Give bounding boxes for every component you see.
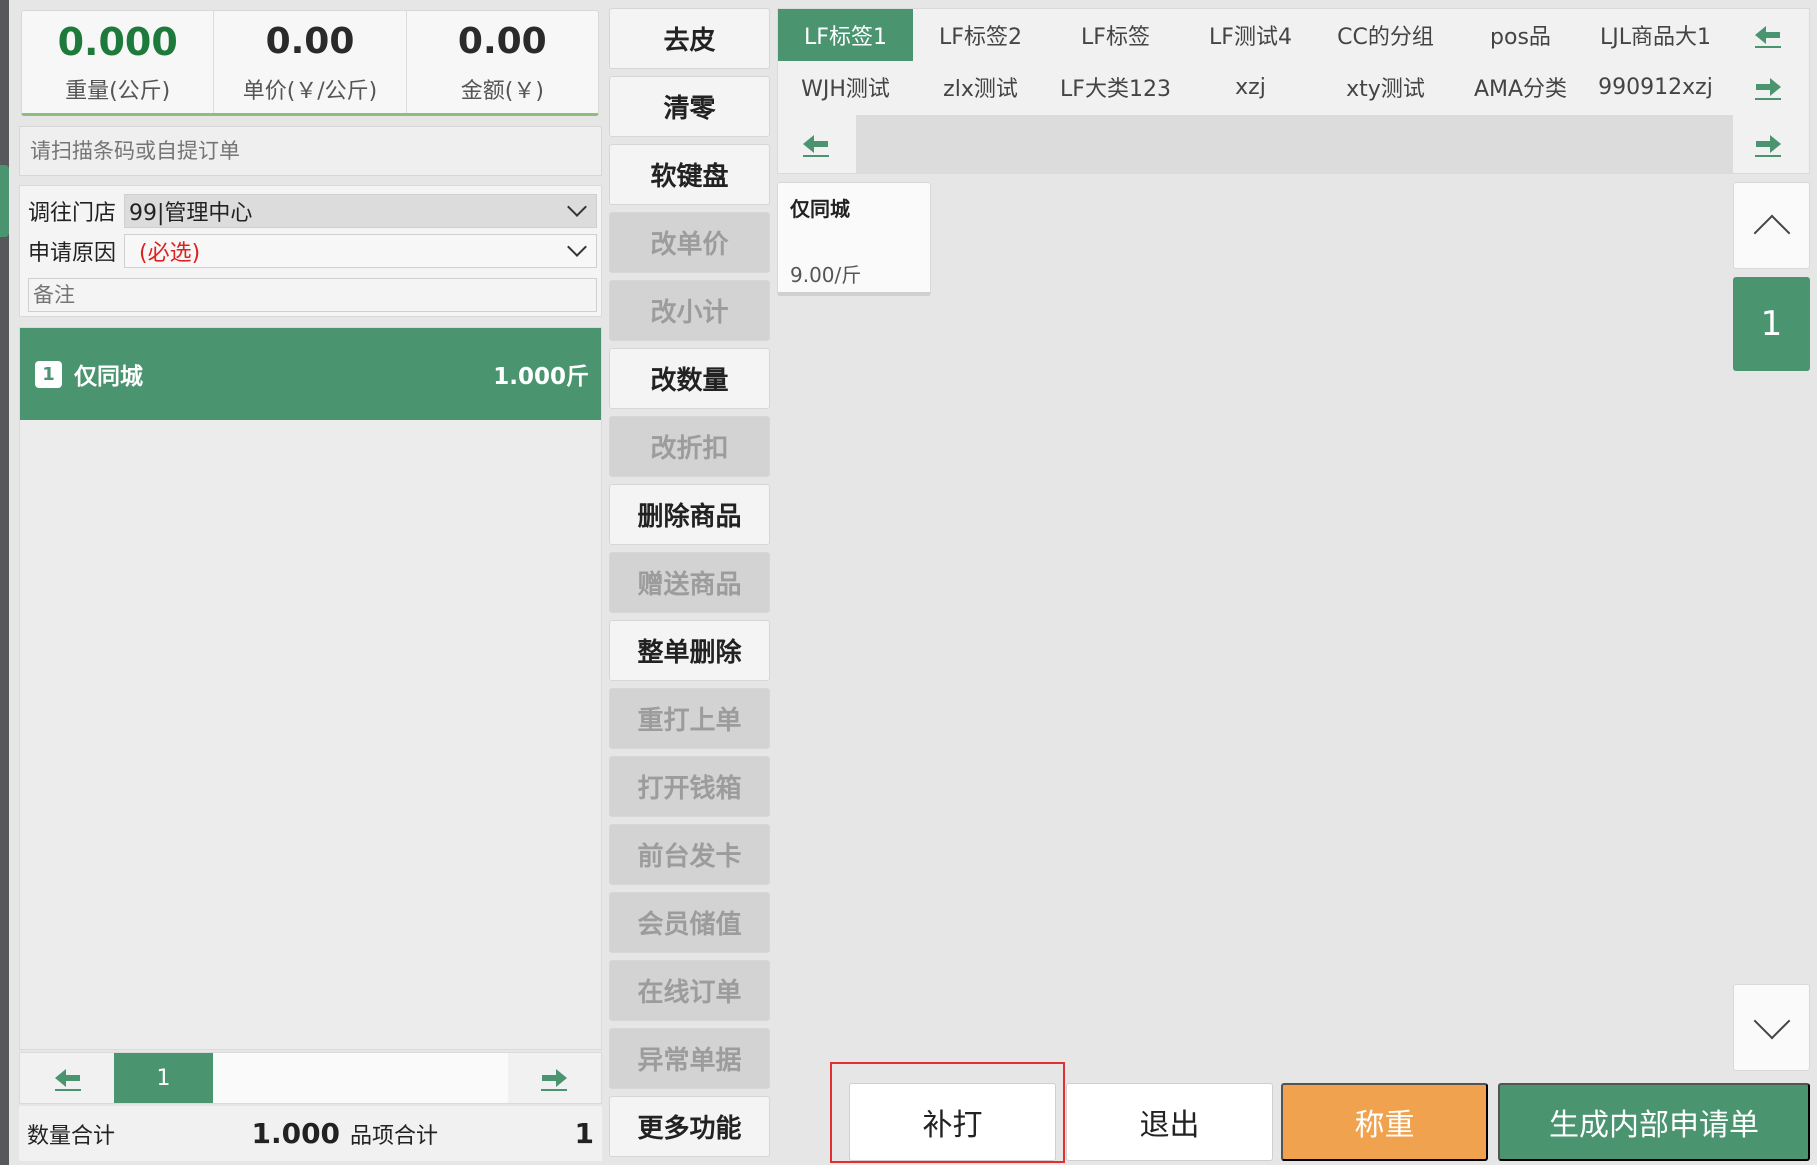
arrow-right-icon <box>1755 135 1781 157</box>
pager-track <box>213 1053 508 1103</box>
category-tab[interactable]: AMA分类 <box>1453 61 1588 113</box>
func-button-more[interactable]: 更多功能 <box>609 1096 770 1157</box>
item-count-label: 品项合计 <box>350 1123 439 1149</box>
func-button-online-orders[interactable]: 在线订单 <box>609 960 770 1021</box>
product-card[interactable]: 仅同城 9.00/斤 <box>777 182 931 296</box>
func-button-edit-discount[interactable]: 改折扣 <box>609 416 770 477</box>
chevron-down-icon <box>567 237 587 257</box>
order-item-list: 1 仅同城 1.000斤 <box>19 327 602 1050</box>
product-name: 仅同城 <box>790 197 850 221</box>
order-item-index: 1 <box>35 360 62 388</box>
chevron-up-icon <box>1753 214 1790 251</box>
amount-cell: 0.00 金额(￥) <box>407 11 598 113</box>
totals-bar: 数量合计 1.000 品项合计 1 <box>19 1106 602 1161</box>
func-button-reprint-last[interactable]: 重打上单 <box>609 688 770 749</box>
weight-value: 0.000 <box>57 20 178 64</box>
scale-display: 0.000 重量(公斤) 0.00 单价(￥/公斤) 0.00 金额(￥) <box>21 10 599 116</box>
category-next-button[interactable] <box>1738 61 1798 113</box>
next-page-button[interactable] <box>506 1053 601 1103</box>
product-price: 9.00/斤 <box>790 263 862 287</box>
category-tab[interactable]: LJL商品大1 <box>1588 9 1723 61</box>
category-tab[interactable]: LF标签2 <box>913 9 1048 61</box>
category-tab[interactable]: LF测试4 <box>1183 9 1318 61</box>
remark-input[interactable] <box>28 278 597 312</box>
amount-label: 金额(￥) <box>460 79 544 104</box>
unit-price-cell: 0.00 单价(￥/公斤) <box>214 11 407 113</box>
arrow-right-icon <box>540 1069 567 1091</box>
weight-cell: 0.000 重量(公斤) <box>22 11 215 113</box>
qty-total-value: 1.000 <box>251 1117 341 1150</box>
store-row: 调往门店 99|管理中心 <box>28 194 597 228</box>
func-button-delete-order[interactable]: 整单删除 <box>609 620 770 681</box>
reason-select[interactable]: (必选) <box>124 234 597 268</box>
product-page-up-button[interactable] <box>1733 182 1810 269</box>
chevron-down-icon <box>1753 1002 1790 1039</box>
func-button-exception-docs[interactable]: 异常单据 <box>609 1028 770 1089</box>
category-tab[interactable]: CC的分组 <box>1318 9 1453 61</box>
scroll-right-button[interactable] <box>1738 118 1798 170</box>
order-list-pager: 1 <box>19 1052 602 1104</box>
func-button-edit-qty[interactable]: 改数量 <box>609 348 770 409</box>
reprint-button[interactable]: 补打 <box>849 1083 1056 1161</box>
reason-required-hint: (必选) <box>139 241 201 266</box>
category-panel: LF标签1 LF标签2 LF标签 LF测试4 CC的分组 pos品 LJL商品大… <box>777 8 1810 174</box>
func-button-issue-card[interactable]: 前台发卡 <box>609 824 770 885</box>
transfer-form: 调往门店 99|管理中心 申请原因 (必选) <box>19 185 602 317</box>
func-button-gift-item[interactable]: 赠送商品 <box>609 552 770 613</box>
category-tab[interactable]: pos品 <box>1453 9 1588 61</box>
category-prev-button[interactable] <box>1738 9 1798 61</box>
order-item-row[interactable]: 1 仅同城 1.000斤 <box>20 328 601 420</box>
amount-value: 0.00 <box>457 21 547 62</box>
product-page-number: 1 <box>1733 277 1810 371</box>
reason-label: 申请原因 <box>28 241 117 266</box>
func-button-member-topup[interactable]: 会员储值 <box>609 892 770 953</box>
qty-total-label: 数量合计 <box>27 1123 116 1149</box>
arrow-left-icon <box>1755 26 1781 48</box>
chevron-down-icon <box>567 197 587 217</box>
reason-row: 申请原因 (必选) <box>28 234 597 268</box>
store-select[interactable]: 99|管理中心 <box>124 194 597 228</box>
category-tab[interactable]: zlx测试 <box>913 61 1048 113</box>
current-page[interactable]: 1 <box>114 1053 213 1103</box>
category-tab[interactable]: xzj <box>1183 61 1318 113</box>
unit-price-label: 单价(￥/公斤) <box>242 79 378 104</box>
exit-button[interactable]: 退出 <box>1066 1083 1273 1161</box>
generate-request-button[interactable]: 生成内部申请单 <box>1498 1083 1810 1161</box>
category-tab[interactable]: LF大类123 <box>1048 61 1183 113</box>
unit-price-value: 0.00 <box>265 21 355 62</box>
order-item-name: 仅同城 <box>74 364 143 390</box>
store-selected-value: 99|管理中心 <box>129 201 253 226</box>
prev-page-button[interactable] <box>20 1053 115 1103</box>
arrow-left-icon <box>54 1069 81 1091</box>
category-tab[interactable]: LF标签1 <box>778 9 913 61</box>
item-count-value: 1 <box>574 1117 594 1150</box>
func-button-tare[interactable]: 去皮 <box>609 8 770 69</box>
scroll-track[interactable] <box>856 115 1733 173</box>
store-label: 调往门店 <box>28 201 117 226</box>
weight-label: 重量(公斤) <box>65 79 171 104</box>
arrow-left-icon <box>803 135 829 157</box>
window-edge-accent <box>0 165 9 237</box>
order-item-qty: 1.000斤 <box>493 364 589 390</box>
func-button-soft-keyboard[interactable]: 软键盘 <box>609 144 770 205</box>
category-tab[interactable]: WJH测试 <box>778 61 913 113</box>
category-scrollbar <box>778 115 1809 173</box>
product-page-down-button[interactable] <box>1733 984 1810 1071</box>
arrow-right-icon <box>1755 78 1781 100</box>
func-button-edit-subtotal[interactable]: 改小计 <box>609 280 770 341</box>
func-button-open-drawer[interactable]: 打开钱箱 <box>609 756 770 817</box>
category-tab[interactable]: 990912xzj <box>1588 61 1723 113</box>
scroll-left-button[interactable] <box>786 118 846 170</box>
category-tab[interactable]: xty测试 <box>1318 61 1453 113</box>
func-button-zero[interactable]: 清零 <box>609 76 770 137</box>
func-button-edit-price[interactable]: 改单价 <box>609 212 770 273</box>
weigh-button[interactable]: 称重 <box>1281 1083 1488 1161</box>
func-button-delete-item[interactable]: 删除商品 <box>609 484 770 545</box>
category-tab[interactable]: LF标签 <box>1048 9 1183 61</box>
barcode-scan-input[interactable] <box>19 126 602 176</box>
